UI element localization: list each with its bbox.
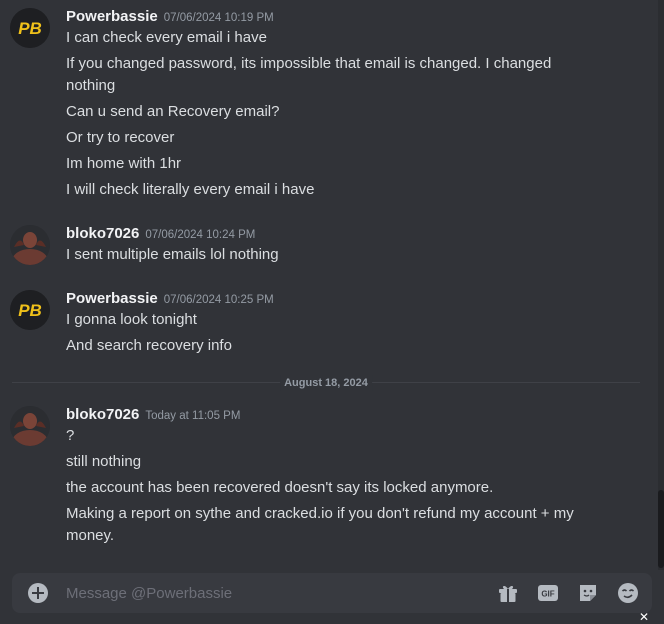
- message-group: PB Powerbassie 07/06/2024 10:19 PM I can …: [0, 8, 650, 198]
- message-text: Or try to recover: [66, 129, 175, 146]
- message-text: Im home with 1hr: [66, 155, 182, 172]
- message-input[interactable]: [66, 573, 486, 613]
- pb-logo-icon: PB: [10, 290, 50, 330]
- user-photo-avatar[interactable]: [10, 406, 50, 446]
- message-text: I can check every email i have: [66, 29, 267, 46]
- pb-logo-icon: PB: [10, 8, 50, 48]
- message-header: Powerbassie 07/06/2024 10:19 PM: [66, 8, 274, 28]
- pb-logo-avatar[interactable]: PB: [10, 8, 50, 48]
- sticker-button[interactable]: [576, 581, 600, 605]
- scrollbar-track[interactable]: [658, 0, 664, 570]
- timestamp: 07/06/2024 10:25 PM: [163, 294, 274, 306]
- pb-logo-avatar[interactable]: PB: [10, 290, 50, 330]
- message-text: And search recovery info: [66, 337, 232, 354]
- timestamp: 07/06/2024 10:24 PM: [145, 229, 256, 241]
- message-header: bloko7026 07/06/2024 10:24 PM: [66, 225, 255, 245]
- username[interactable]: Powerbassie: [66, 8, 158, 25]
- date-divider-label: August 18, 2024: [280, 375, 372, 391]
- message-text: Can u send an Recovery email?: [66, 103, 280, 120]
- timestamp: 07/06/2024 10:19 PM: [163, 12, 274, 24]
- username[interactable]: bloko7026: [66, 225, 139, 242]
- plus-circle-icon: [28, 583, 48, 603]
- upload-button[interactable]: [26, 581, 50, 605]
- message-group: bloko7026 07/06/2024 10:24 PM I sent mult…: [0, 225, 650, 269]
- gif-button[interactable]: GIF: [536, 581, 560, 605]
- user-photo-icon: [10, 406, 50, 446]
- message-list[interactable]: PB Powerbassie 07/06/2024 10:19 PM I can …: [0, 0, 658, 570]
- sticker-icon: [580, 585, 596, 601]
- message-group: PB Powerbassie 07/06/2024 10:25 PM I gonn…: [0, 290, 650, 360]
- scrollbar-thumb[interactable]: [658, 490, 664, 568]
- emoji-button[interactable]: [616, 581, 640, 605]
- message-text: I sent multiple emails lol nothing: [66, 246, 279, 263]
- message-composer: GIF: [12, 573, 652, 613]
- user-photo-avatar[interactable]: [10, 225, 50, 265]
- svg-text:PB: PB: [18, 19, 42, 38]
- message-text: the account has been recovered doesn't s…: [66, 479, 494, 496]
- message-text: If you changed password, its impossible …: [66, 55, 552, 94]
- message-group: bloko7026 Today at 11:05 PM ? still nothi…: [0, 406, 650, 552]
- message-header: bloko7026 Today at 11:05 PM: [66, 406, 240, 426]
- message-text: I gonna look tonight: [66, 311, 197, 328]
- timestamp: Today at 11:05 PM: [145, 410, 241, 422]
- gif-icon: GIF: [538, 585, 558, 601]
- gif-label: GIF: [541, 590, 554, 599]
- message-text: Making a report on sythe and cracked.io …: [66, 505, 574, 544]
- gift-icon: [499, 585, 517, 602]
- message-header: Powerbassie 07/06/2024 10:25 PM: [66, 290, 274, 310]
- emoji-icon: [618, 583, 638, 603]
- message-text: I will check literally every email i hav…: [66, 181, 315, 198]
- close-icon[interactable]: ✕: [638, 611, 650, 623]
- date-divider: August 18, 2024: [12, 375, 640, 391]
- message-text: still nothing: [66, 453, 142, 470]
- user-photo-icon: [10, 225, 50, 265]
- gift-button[interactable]: [496, 581, 520, 605]
- username[interactable]: Powerbassie: [66, 290, 158, 307]
- svg-text:PB: PB: [18, 301, 42, 320]
- message-text: ?: [66, 427, 75, 444]
- username[interactable]: bloko7026: [66, 406, 139, 423]
